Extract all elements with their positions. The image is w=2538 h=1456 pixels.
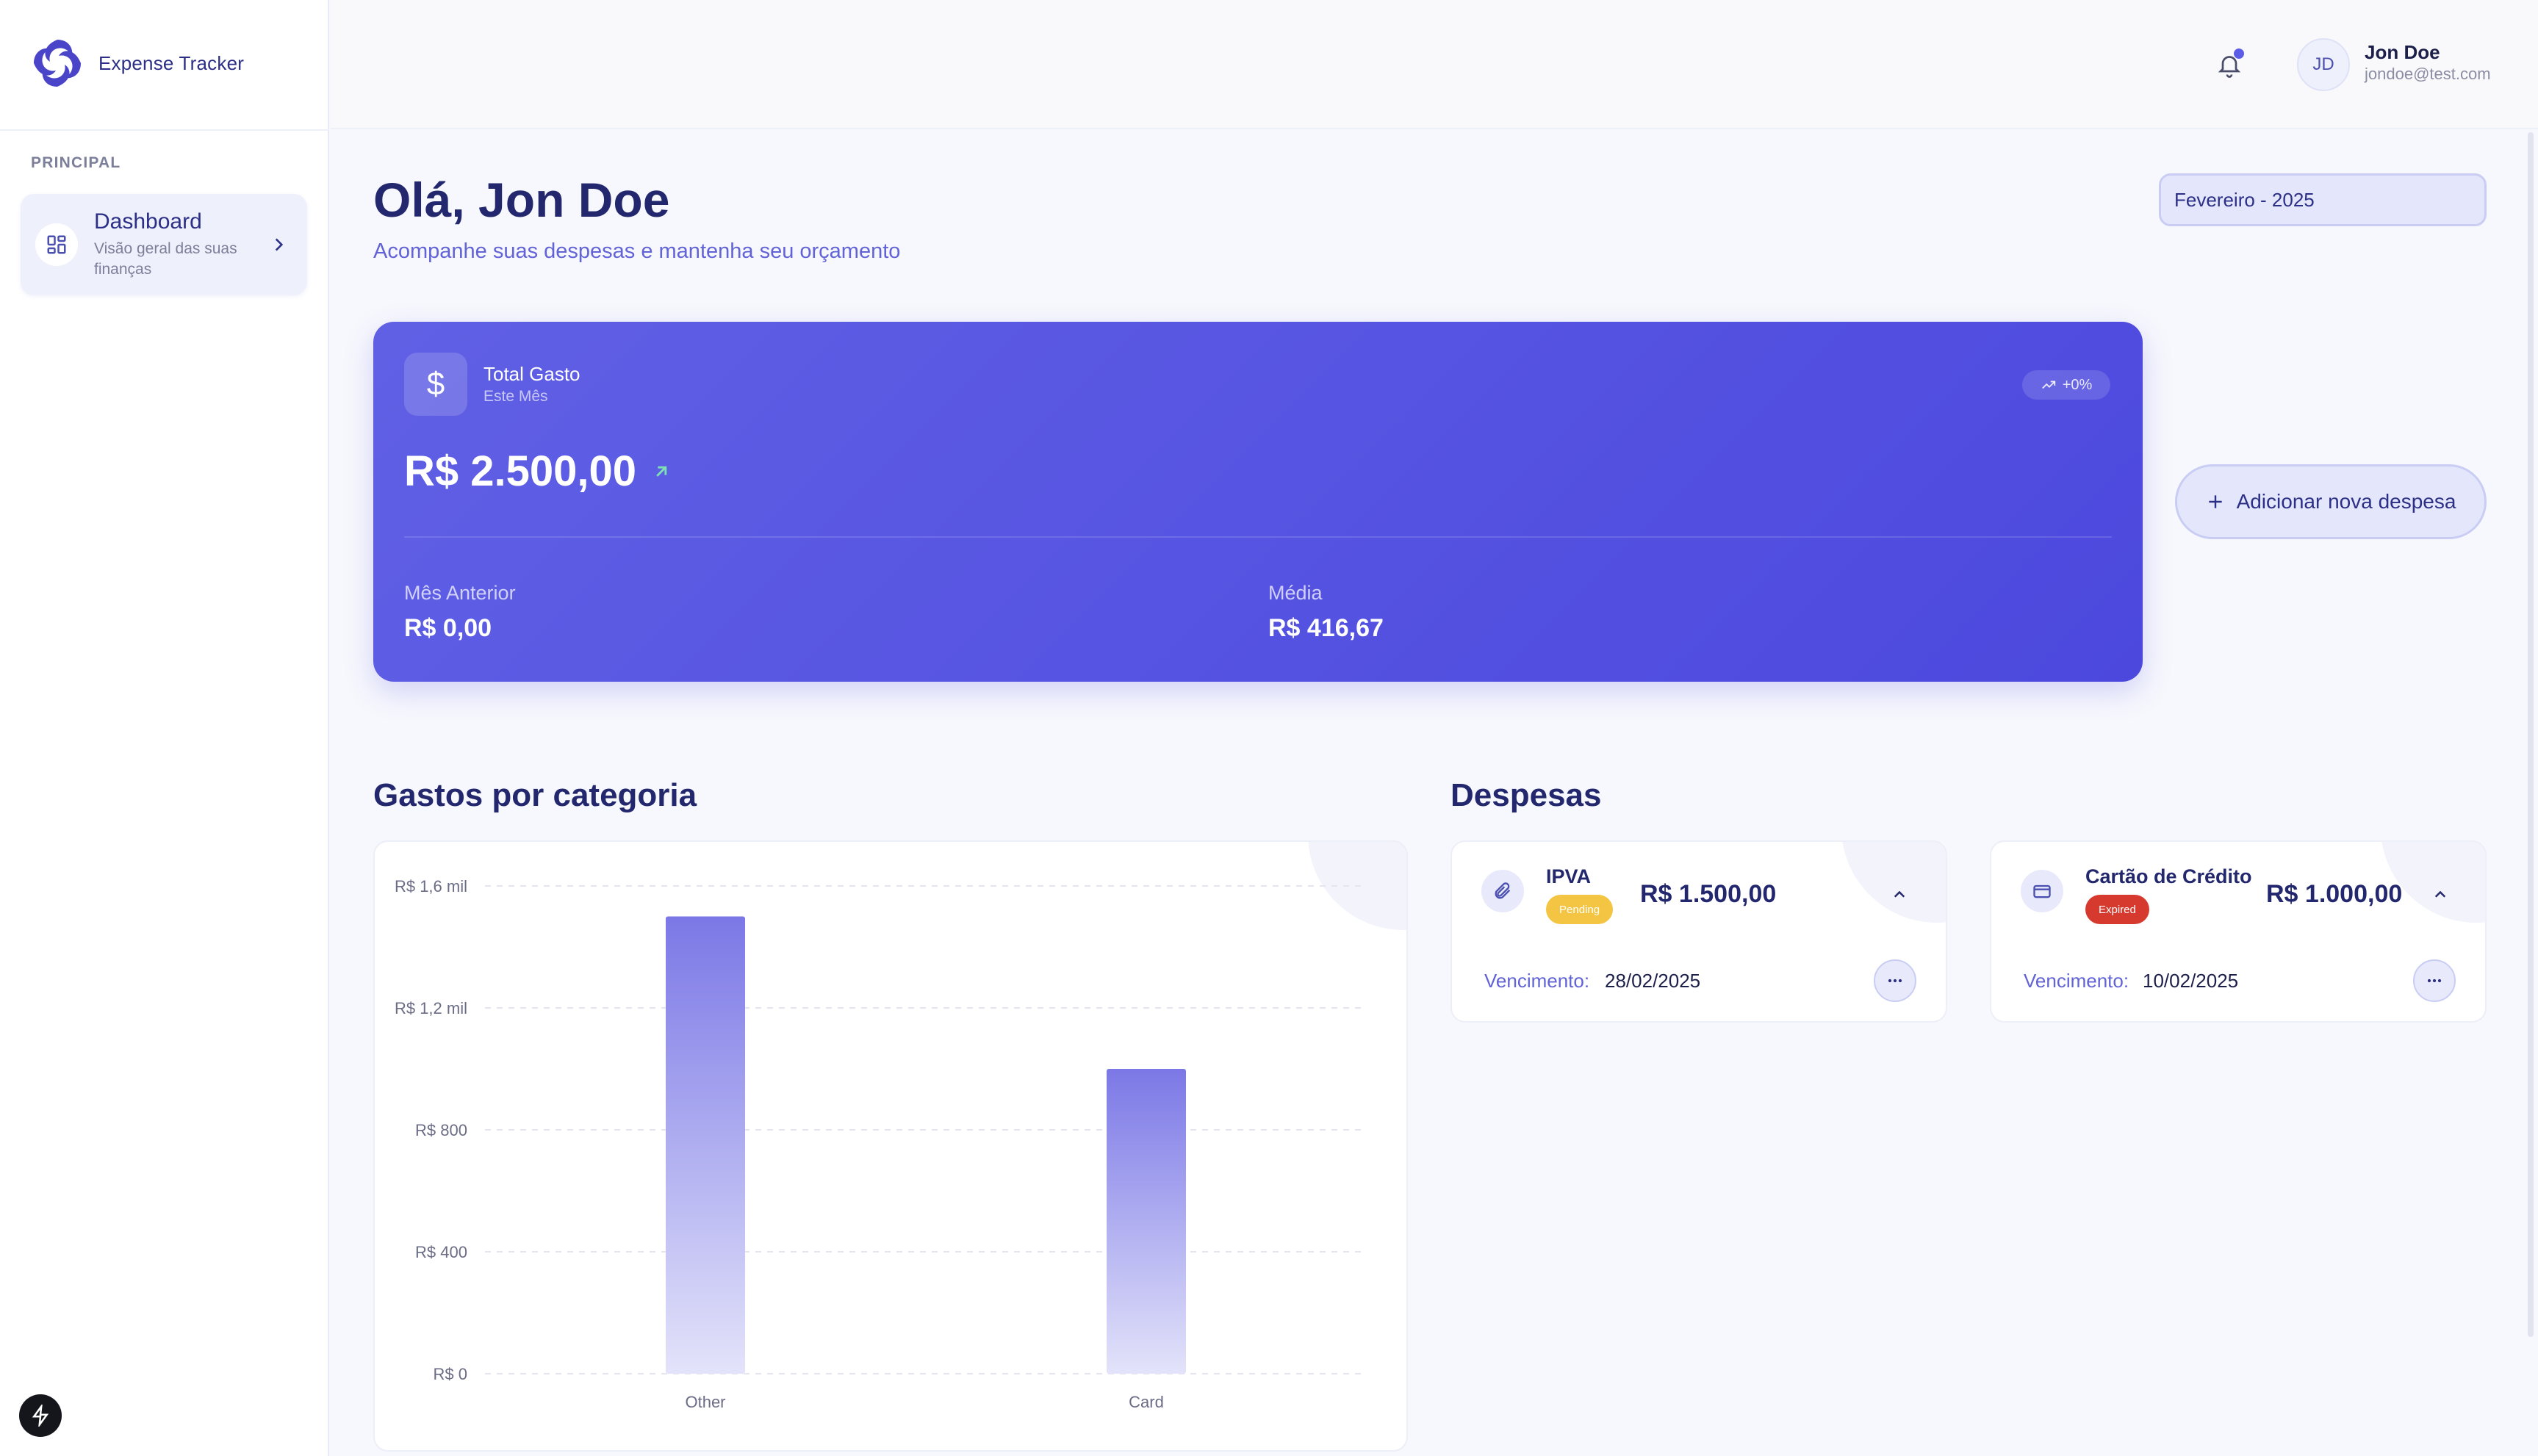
month-selector[interactable]: Fevereiro - 2025 [2159,173,2487,226]
y-tick-label: R$ 800 [415,1121,467,1139]
y-tick-label: R$ 400 [415,1243,467,1261]
plus-icon [2208,495,2222,508]
topbar [331,0,2538,129]
more-options-button[interactable] [1874,959,1916,1002]
expense-amount: R$ 1.500,00 [1640,880,1777,908]
due-date: 10/02/2025 [2143,970,2239,992]
sidebar-item-label: Dashboard [94,209,202,234]
category-chart: R$ 0 R$ 400 R$ 800 R$ 1,2 mil R$ 1,6 mil Othe… [373,840,1408,1452]
bar-other[interactable] [666,916,745,1374]
logo-icon [34,40,81,87]
user-email: jondoe@test.com [2365,65,2491,83]
trend-value: +0% [2062,376,2093,393]
status-badge: Expired [2085,895,2149,924]
sidebar-divider [0,129,329,131]
summary-card: $ Total Gasto Este Mês +0% R$ 2.500,00 M… [373,322,2143,682]
notifications-button[interactable] [2210,46,2248,84]
expense-card[interactable]: IPVA Pending R$ 1.500,00 Vencimento: 28/… [1450,840,1947,1023]
expense-amount: R$ 1.000,00 [2266,880,2403,908]
due-label: Vencimento: [2024,970,2129,992]
average-label: Média [1268,582,1323,604]
summary-label: Total Gasto [483,363,580,385]
bolt-icon [32,1405,49,1427]
user-name: Jon Doe [2365,41,2440,63]
expense-card[interactable]: Cartão de Crédito Expired R$ 1.000,00 Ve… [1990,840,2487,1023]
summary-period: Este Mês [483,388,548,405]
card-divider [404,536,2112,538]
x-tick-label: Card [1129,1393,1164,1411]
dollar-icon: $ [404,353,467,416]
scrollbar[interactable] [2528,132,2534,1337]
notification-dot [2234,48,2244,59]
bolt-button[interactable] [19,1394,62,1437]
sidebar-section-label: PRINCIPAL [31,154,121,171]
chevron-up-icon[interactable] [2429,883,2451,905]
page-subtitle: Acompanhe suas despesas e mantenha seu o… [373,239,901,263]
app-name: Expense Tracker [98,51,245,74]
trend-badge: +0% [2022,370,2110,400]
decorative-blob [1841,842,1946,923]
more-options-button[interactable] [2413,959,2456,1002]
bar-card[interactable] [1107,1069,1186,1374]
chevron-up-icon[interactable] [1888,883,1910,905]
more-horizontal-icon [2427,979,2442,983]
due-date: 28/02/2025 [1605,970,1701,992]
sidebar-item-description: Visão geral das suas finanças [94,240,237,278]
average-value: R$ 416,67 [1268,614,1384,642]
expenses-section-title: Despesas [1450,777,1602,813]
bar-chart: R$ 0 R$ 400 R$ 800 R$ 1,2 mil R$ 1,6 mil Othe… [395,877,1367,1411]
previous-month-label: Mês Anterior [404,582,516,604]
y-tick-label: R$ 1,2 mil [395,999,467,1017]
previous-month-value: R$ 0,00 [404,614,492,642]
arrow-up-right-icon [656,466,667,477]
y-tick-label: R$ 0 [434,1365,467,1383]
layout-grid-icon [35,223,78,266]
page-title: Olá, Jon Doe [373,173,670,227]
sidebar: Expense Tracker PRINCIPAL Dashboard Visã… [0,0,329,1456]
paperclip-icon [1481,870,1524,912]
x-tick-label: Other [685,1393,725,1411]
chevron-right-icon [275,238,284,251]
chart-section-title: Gastos por categoria [373,777,697,813]
sidebar-item-dashboard[interactable]: Dashboard Visão geral das suas finanças [21,194,307,295]
app-logo[interactable]: Expense Tracker [29,35,244,91]
status-badge: Pending [1546,895,1614,924]
expense-title: Cartão de Crédito [2085,865,2252,887]
credit-card-icon [2021,870,2063,912]
add-expense-button[interactable]: Adicionar nova despesa [2175,464,2487,539]
more-horizontal-icon [1888,979,1902,983]
add-expense-label: Adicionar nova despesa [2236,490,2456,513]
expense-title: IPVA [1546,865,1592,887]
due-label: Vencimento: [1484,970,1590,992]
trending-up-icon [2041,381,2055,389]
y-tick-label: R$ 1,6 mil [395,877,467,895]
total-value: R$ 2.500,00 [404,447,637,495]
avatar[interactable]: JD [2297,38,2350,91]
